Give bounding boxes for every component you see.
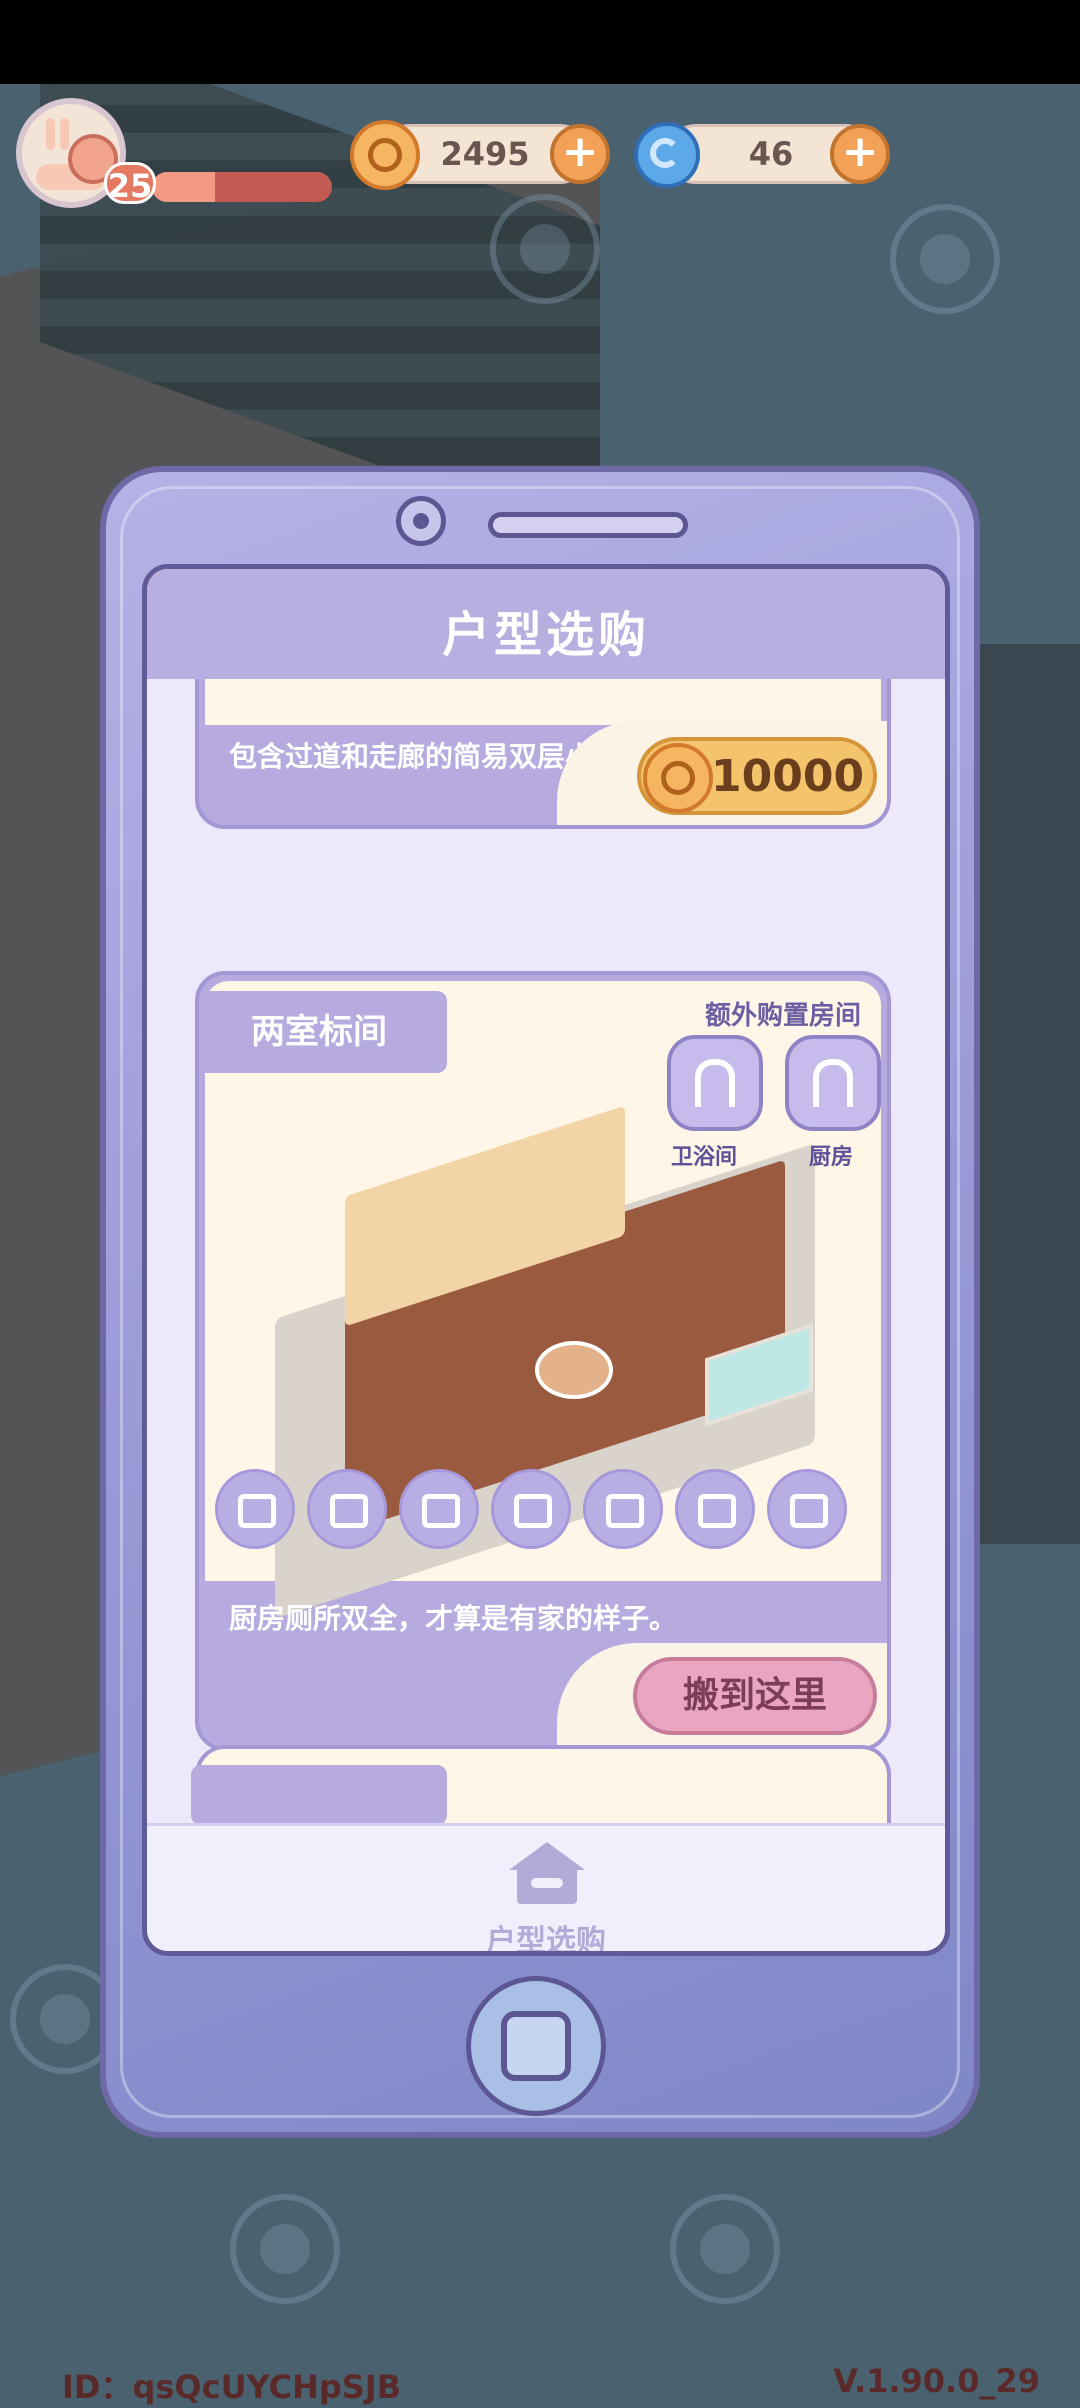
coin-icon (350, 120, 420, 190)
feature-icon-row (215, 1469, 875, 1559)
phone-panel: 户型选购 包含过道和走廊的简易双层小家。 10000 额外购置房间 卫浴间 厨房… (100, 466, 980, 2138)
player-id: ID：qsQcUYCHpSJB (62, 2368, 402, 2406)
home-button[interactable] (466, 1976, 606, 2116)
card-action-area: 搬到这里 (557, 1643, 887, 1747)
card-preview (205, 679, 881, 725)
level-badge: 25 (104, 162, 156, 205)
house-name-tag: 两室标间 (199, 991, 447, 1073)
card-description: 厨房厕所双全，才算是有家的样子。 (229, 1602, 678, 1635)
shower-icon[interactable] (667, 1035, 763, 1131)
house-rug (535, 1341, 613, 1399)
house-card (191, 1745, 891, 1823)
status-bar (0, 0, 1080, 84)
price-label: 10000 (711, 751, 865, 802)
speaker-icon (488, 512, 688, 538)
phone-screen: 户型选购 包含过道和走廊的简易双层小家。 10000 额外购置房间 卫浴间 厨房… (142, 564, 950, 1956)
camera-icon (396, 496, 446, 546)
floor-tile-icon (307, 1469, 387, 1549)
coin-icon (643, 743, 713, 813)
snail-ear (60, 118, 69, 150)
kitchen-label: 厨房 (809, 1145, 854, 1170)
kitchen-utensils-icon[interactable] (785, 1035, 881, 1131)
version-label: V.1.90.0_29 (833, 2362, 1040, 2400)
spiral-currency-icon (634, 122, 700, 188)
move-here-button[interactable]: 搬到这里 (633, 1657, 877, 1735)
roof-tile-icon (583, 1469, 663, 1549)
nav-tab-house-shop[interactable]: 户型选购 (147, 1916, 945, 1951)
crib-icon (675, 1469, 755, 1549)
snail-ear (46, 118, 55, 150)
bathroom-label: 卫浴间 (671, 1145, 738, 1170)
sun-decoration-icon (890, 204, 1000, 314)
house-list[interactable]: 包含过道和走廊的简易双层小家。 10000 额外购置房间 卫浴间 厨房 两室标间… (147, 679, 945, 1823)
screen-header: 户型选购 (147, 569, 945, 679)
extra-rooms-label: 额外购置房间 (704, 1001, 861, 1031)
sun-decoration-icon (490, 194, 600, 304)
add-coins-button[interactable]: + (550, 124, 610, 184)
xp-progress-bar (152, 172, 332, 202)
sun-decoration-icon (230, 2194, 340, 2304)
house-card: 包含过道和走廊的简易双层小家。 10000 (195, 679, 891, 829)
sun-decoration-icon (670, 2194, 780, 2304)
house-card: 额外购置房间 卫浴间 厨房 两室标间 厨房厕所双全，才算是有家的样子。 搬到这里 (195, 971, 891, 1751)
panel-title: 户型选购 (441, 607, 650, 663)
window-icon (399, 1469, 479, 1549)
bottom-nav: 户型选购 (147, 1823, 945, 1951)
house-icon-slot (531, 1878, 563, 1888)
mailbox-icon (767, 1469, 847, 1549)
wallpaper-icon (215, 1469, 295, 1549)
add-spirals-button[interactable]: + (830, 124, 890, 184)
fence-icon (491, 1469, 571, 1549)
card-action-area: 10000 (557, 721, 887, 825)
xp-progress-fill (152, 172, 215, 202)
buy-price-button[interactable]: 10000 (637, 737, 877, 815)
house-icon[interactable] (509, 1842, 585, 1904)
